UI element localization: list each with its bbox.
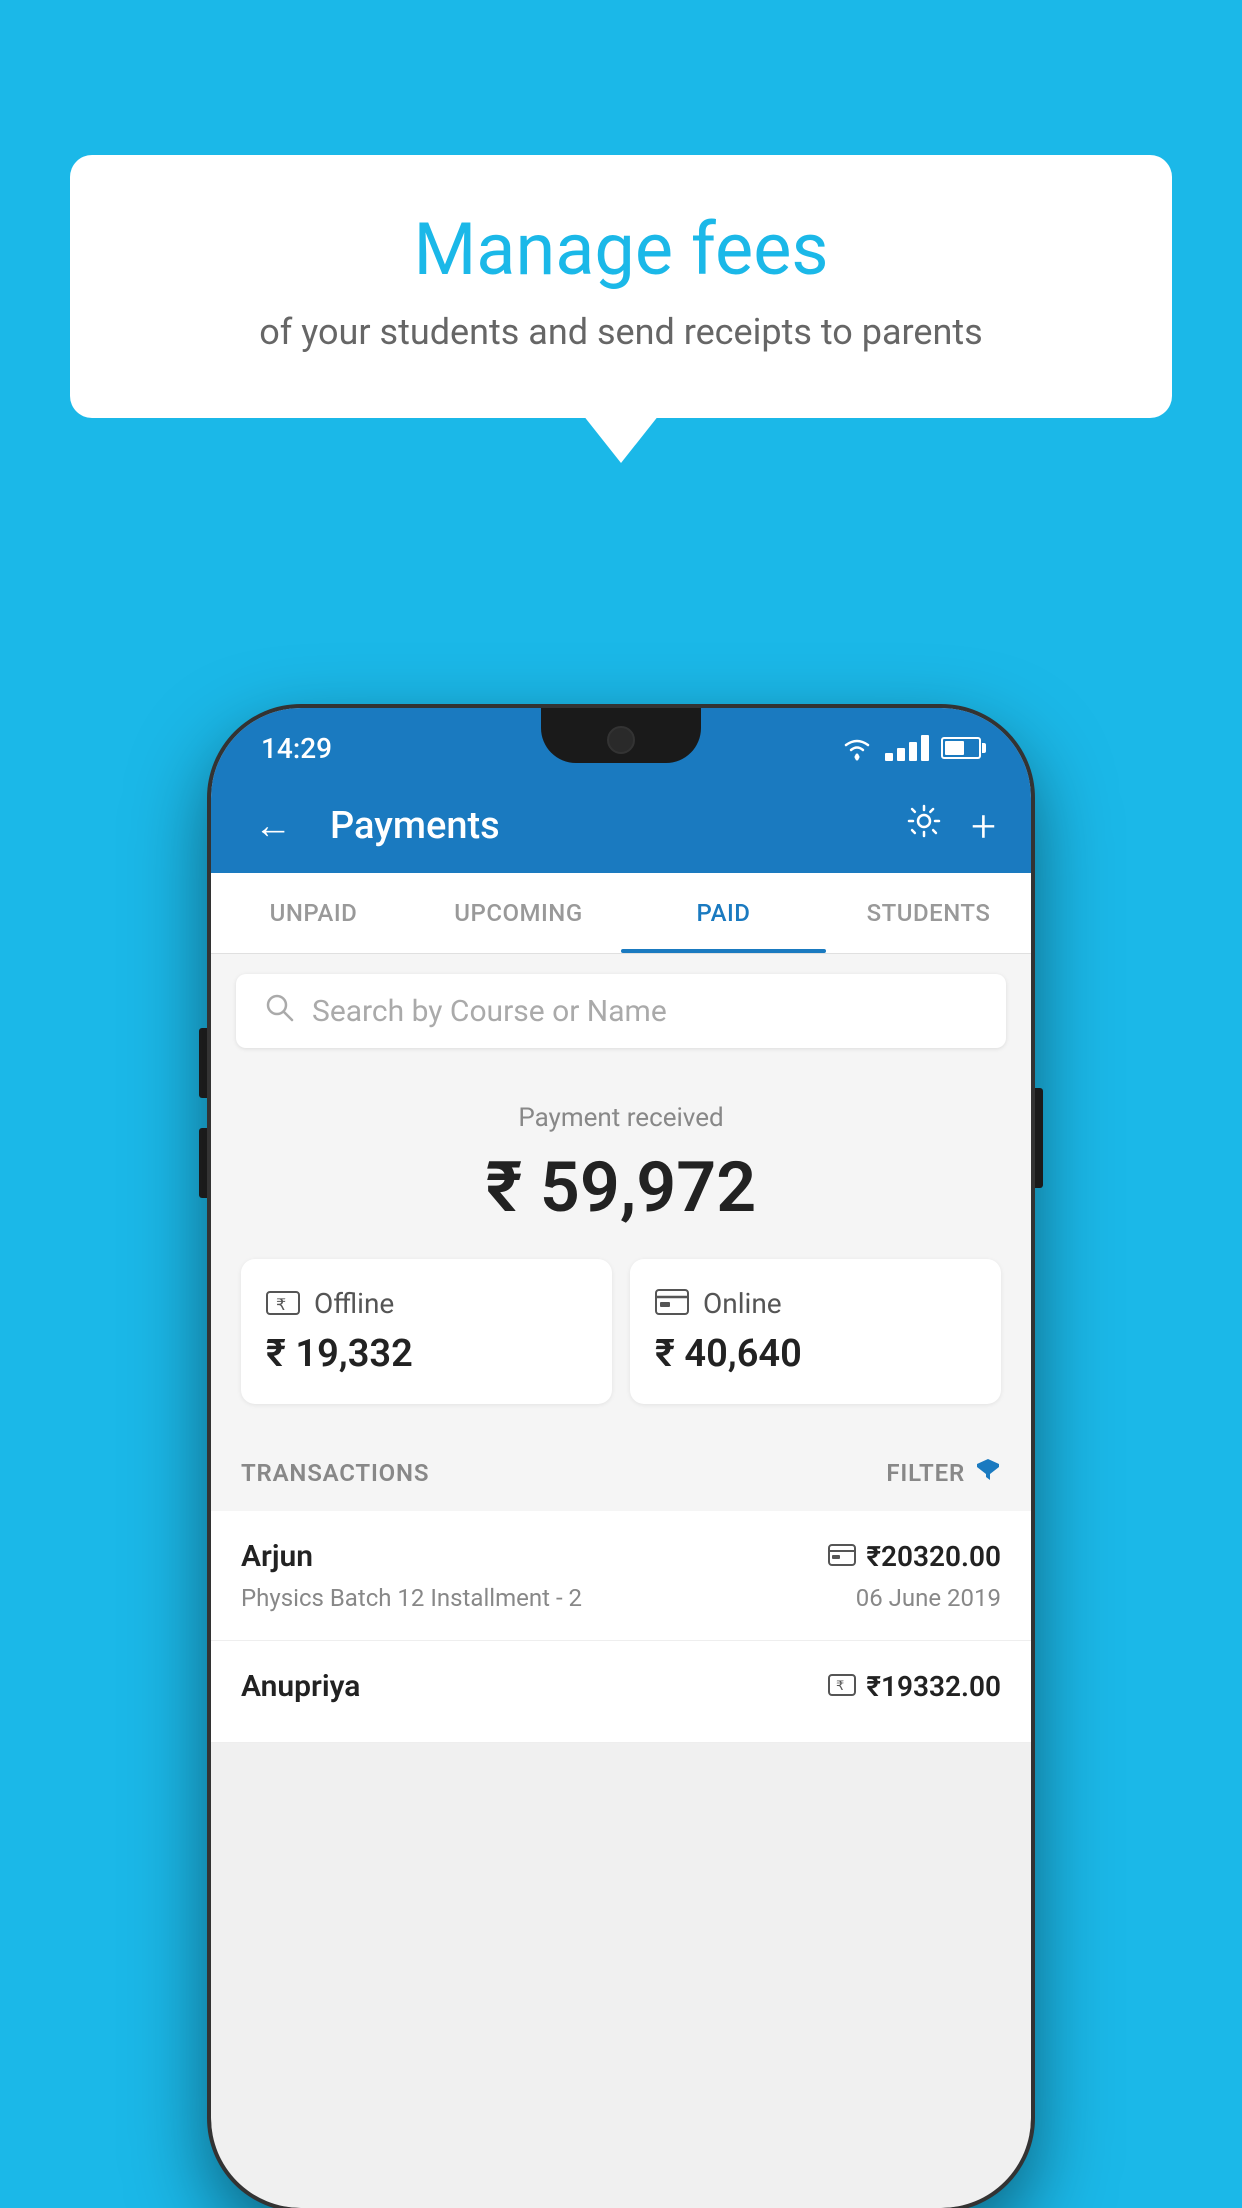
bubble-subtitle: of your students and send receipts to pa… <box>120 307 1122 357</box>
payment-summary-section: Payment received ₹ 59,972 ₹ Offl <box>211 1068 1031 1434</box>
transaction-amount: ₹20320.00 <box>866 1540 1001 1573</box>
online-payment-card: Online ₹ 40,640 <box>630 1259 1001 1404</box>
phone-screen: 14:29 <box>211 708 1031 2208</box>
transaction-name: Anupriya <box>241 1669 360 1704</box>
add-payment-button[interactable]: + <box>971 800 996 852</box>
search-container: Search by Course or Name <box>211 954 1031 1068</box>
payment-cards: ₹ Offline ₹ 19,332 <box>241 1259 1001 1404</box>
transaction-name: Arjun <box>241 1539 313 1574</box>
search-input[interactable]: Search by Course or Name <box>312 994 667 1029</box>
bubble-title: Manage fees <box>120 210 1122 289</box>
wifi-icon <box>841 735 873 761</box>
transaction-amount-container: ₹20320.00 <box>828 1540 1001 1573</box>
transaction-amount: ₹19332.00 <box>866 1670 1001 1703</box>
transaction-amount-container: ₹ ₹19332.00 <box>828 1670 1001 1703</box>
page-title: Payments <box>330 804 885 848</box>
transaction-row[interactable]: Anupriya ₹ ₹19332.00 <box>211 1641 1031 1743</box>
svg-text:₹: ₹ <box>836 1678 844 1693</box>
search-icon <box>264 992 294 1030</box>
offline-amount: ₹ 19,332 <box>266 1332 587 1376</box>
filter-label: FILTER <box>886 1459 965 1487</box>
offline-card-header: ₹ Offline <box>266 1287 587 1320</box>
power-button <box>1031 1088 1043 1188</box>
status-time: 14:29 <box>261 732 332 765</box>
speech-bubble-container: Manage fees of your students and send re… <box>70 155 1172 418</box>
transactions-header: TRANSACTIONS FILTER <box>211 1434 1031 1511</box>
transaction-date: 06 June 2019 <box>856 1584 1001 1612</box>
transaction-top: Arjun ₹20320.00 <box>241 1539 1001 1574</box>
signal-icon <box>885 735 929 761</box>
payment-type-icon: ₹ <box>828 1674 856 1700</box>
settings-icon[interactable] <box>905 802 943 849</box>
speech-bubble: Manage fees of your students and send re… <box>70 155 1172 418</box>
payment-received-label: Payment received <box>241 1103 1001 1133</box>
tab-unpaid[interactable]: UNPAID <box>211 873 416 953</box>
offline-icon: ₹ <box>266 1288 300 1320</box>
filter-icon[interactable] <box>975 1456 1001 1489</box>
transaction-top: Anupriya ₹ ₹19332.00 <box>241 1669 1001 1704</box>
gear-svg <box>905 802 943 840</box>
phone-body: 14:29 <box>211 708 1031 2208</box>
online-label: Online <box>703 1287 782 1320</box>
app-bar: ← Payments + <box>211 778 1031 873</box>
online-amount: ₹ 40,640 <box>655 1332 976 1376</box>
transaction-course: Physics Batch 12 Installment - 2 <box>241 1584 582 1612</box>
transactions-label: TRANSACTIONS <box>241 1459 429 1487</box>
tab-students[interactable]: STUDENTS <box>826 873 1031 953</box>
transaction-bottom: Physics Batch 12 Installment - 2 06 June… <box>241 1584 1001 1612</box>
tabs-container: UNPAID UPCOMING PAID STUDENTS <box>211 873 1031 954</box>
volume-up-button <box>199 1028 211 1098</box>
search-bar[interactable]: Search by Course or Name <box>236 974 1006 1048</box>
filter-container[interactable]: FILTER <box>886 1456 1001 1489</box>
status-icons <box>841 735 981 761</box>
svg-text:₹: ₹ <box>276 1297 286 1314</box>
phone-notch <box>541 708 701 763</box>
tab-upcoming[interactable]: UPCOMING <box>416 873 621 953</box>
payment-type-icon <box>828 1544 856 1570</box>
phone-mockup: 14:29 <box>211 708 1031 2208</box>
back-button[interactable]: ← <box>246 796 300 856</box>
online-icon <box>655 1289 689 1319</box>
front-camera <box>607 726 635 754</box>
online-card-header: Online <box>655 1287 976 1320</box>
tab-paid[interactable]: PAID <box>621 873 826 953</box>
transaction-row[interactable]: Arjun ₹20320.00 Physics Batch 1 <box>211 1511 1031 1641</box>
offline-payment-card: ₹ Offline ₹ 19,332 <box>241 1259 612 1404</box>
offline-label: Offline <box>314 1287 394 1320</box>
battery-icon <box>941 737 981 759</box>
volume-down-button <box>199 1128 211 1198</box>
payment-total-amount: ₹ 59,972 <box>241 1147 1001 1229</box>
app-bar-actions: + <box>905 800 996 852</box>
